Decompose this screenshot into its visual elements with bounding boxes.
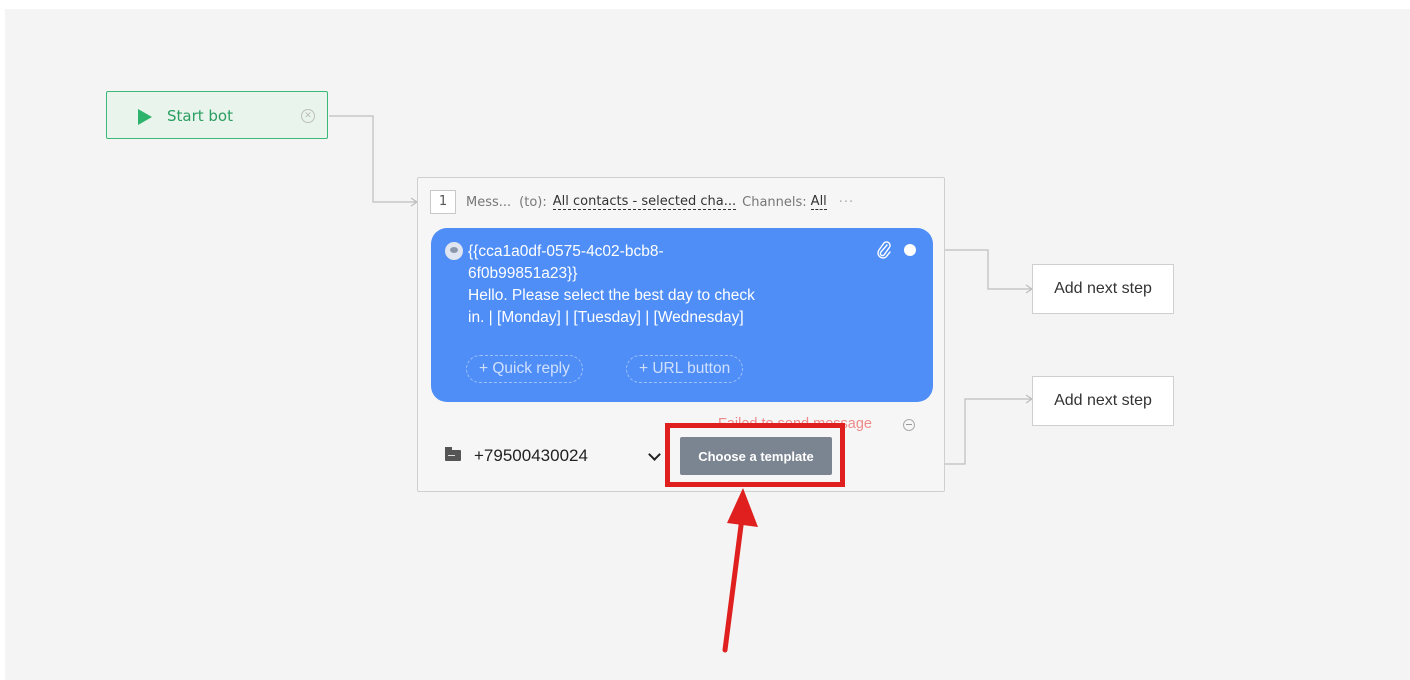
folder-icon [445,447,461,461]
message-line: {{cca1a0df-0575-4c02-bcb8- [468,243,664,260]
message-bubble[interactable]: {{cca1a0df-0575-4c02-bcb8- 6f0b99851a23}… [431,228,933,402]
message-line: in. | [Monday] | [Tuesday] | [Wednesday] [468,309,744,326]
message-text[interactable]: {{cca1a0df-0575-4c02-bcb8- 6f0b99851a23}… [468,241,868,329]
add-next-step-button[interactable]: Add next step [1032,264,1174,314]
step-type-label: Mess... [466,194,512,210]
start-bot-label: Start bot [167,107,233,125]
phone-number-value: +79500430024 [474,446,588,465]
to-label: (to): [519,194,547,210]
start-bot-node[interactable]: Start bot ✕ [106,91,328,139]
recipients-selector[interactable]: All contacts - selected cha... [552,194,737,210]
step-number: 1 [430,190,456,214]
chevron-down-icon [648,448,661,461]
close-icon[interactable]: ✕ [301,109,315,123]
output-port-dot[interactable] [904,244,916,256]
message-step-card[interactable]: 1 Mess... (to): All contacts - selected … [417,177,945,492]
channels-selector[interactable]: All [810,194,827,210]
play-icon [138,109,152,125]
add-next-step-button[interactable]: Add next step [1032,376,1174,426]
channels-label: Channels: [742,194,807,210]
message-step-header: 1 Mess... (to): All contacts - selected … [430,190,854,214]
bot-avatar-icon [445,242,463,260]
failed-output-port[interactable] [903,419,915,431]
paperclip-icon[interactable] [876,240,892,260]
message-line: 6f0b99851a23}} [468,265,578,282]
more-options-icon[interactable]: ··· [839,195,854,210]
url-button-button[interactable]: + URL button [626,355,744,383]
phone-number-select[interactable]: +79500430024 [474,443,664,469]
message-line: Hello. Please select the best day to che… [468,287,755,304]
choose-template-button[interactable]: Choose a template [680,437,832,475]
quick-reply-button[interactable]: + Quick reply [466,355,583,383]
